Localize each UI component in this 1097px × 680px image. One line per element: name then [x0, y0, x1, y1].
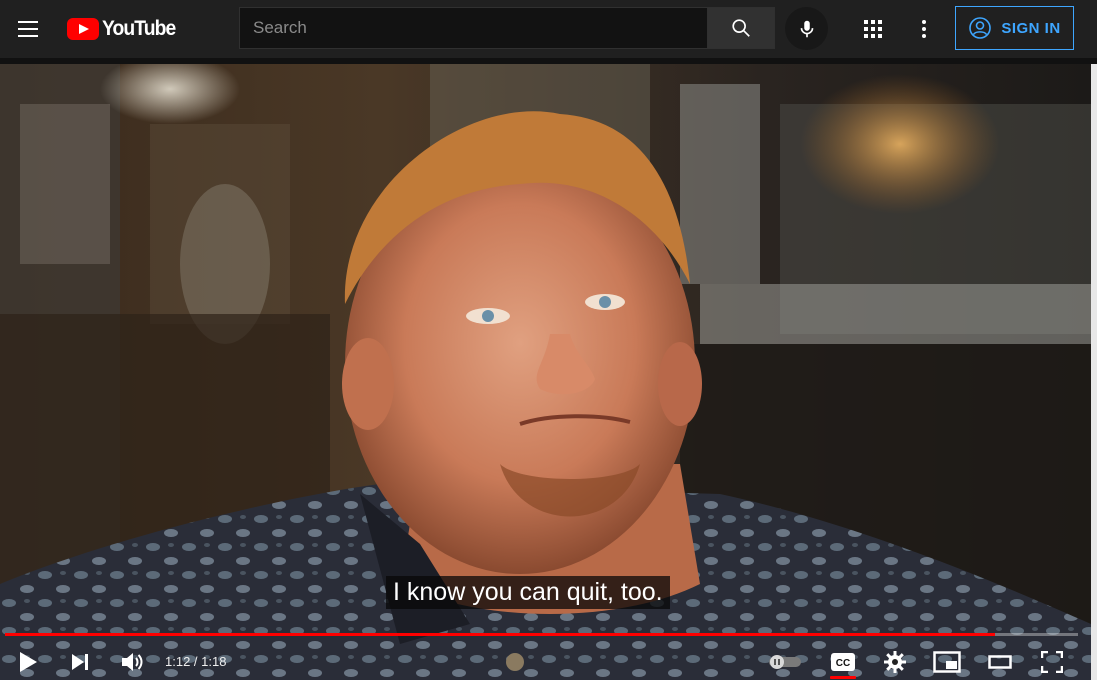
youtube-logo[interactable]: YouTube	[67, 16, 182, 42]
miniplayer-button[interactable]	[929, 644, 965, 680]
logo-text: YouTube	[102, 17, 176, 40]
volume-icon	[122, 653, 143, 671]
search-icon	[732, 19, 750, 37]
sign-in-button[interactable]: SIGN IN	[955, 6, 1074, 50]
svg-text:CC: CC	[836, 658, 850, 669]
next-icon	[72, 654, 88, 670]
search-button[interactable]	[707, 7, 775, 49]
captions-active-indicator	[830, 676, 856, 679]
youtube-logo-icon	[67, 18, 99, 40]
settings-button[interactable]	[877, 644, 913, 680]
fullscreen-button[interactable]	[1034, 644, 1070, 680]
autoplay-toggle[interactable]	[765, 644, 805, 680]
apps-button[interactable]	[857, 13, 889, 45]
progress-played	[5, 633, 996, 636]
subtitles-button[interactable]: CC	[825, 644, 861, 680]
more-vert-icon	[922, 20, 926, 38]
settings-menu-button[interactable]	[908, 13, 940, 45]
subtitle-caption: I know you can quit, too.	[386, 576, 670, 609]
time-display: 1:12 / 1:18	[165, 654, 227, 669]
page-scrollbar[interactable]	[1091, 64, 1097, 680]
search-input[interactable]	[239, 7, 707, 49]
play-icon	[20, 652, 37, 672]
theater-icon	[988, 655, 1012, 669]
fullscreen-icon	[1041, 651, 1063, 673]
menu-icon[interactable]	[12, 13, 44, 45]
settings-icon	[884, 651, 906, 673]
search-box	[239, 7, 775, 49]
progress-bar[interactable]	[5, 633, 1078, 636]
play-button[interactable]	[10, 644, 46, 680]
autoplay-toggle-icon	[769, 655, 801, 669]
sign-in-label: SIGN IN	[1001, 19, 1061, 37]
video-player[interactable]: I know you can quit, too.	[0, 64, 1091, 680]
mute-button[interactable]	[114, 644, 150, 680]
mic-icon	[800, 20, 813, 37]
masthead: YouTube SIGN IN	[0, 0, 1097, 58]
next-button[interactable]	[62, 644, 98, 680]
cc-icon: CC	[831, 653, 855, 671]
miniplayer-icon	[933, 651, 961, 673]
voice-search-button[interactable]	[785, 7, 828, 50]
apps-icon	[864, 20, 882, 38]
account-icon	[969, 17, 992, 39]
theater-mode-button[interactable]	[982, 644, 1018, 680]
